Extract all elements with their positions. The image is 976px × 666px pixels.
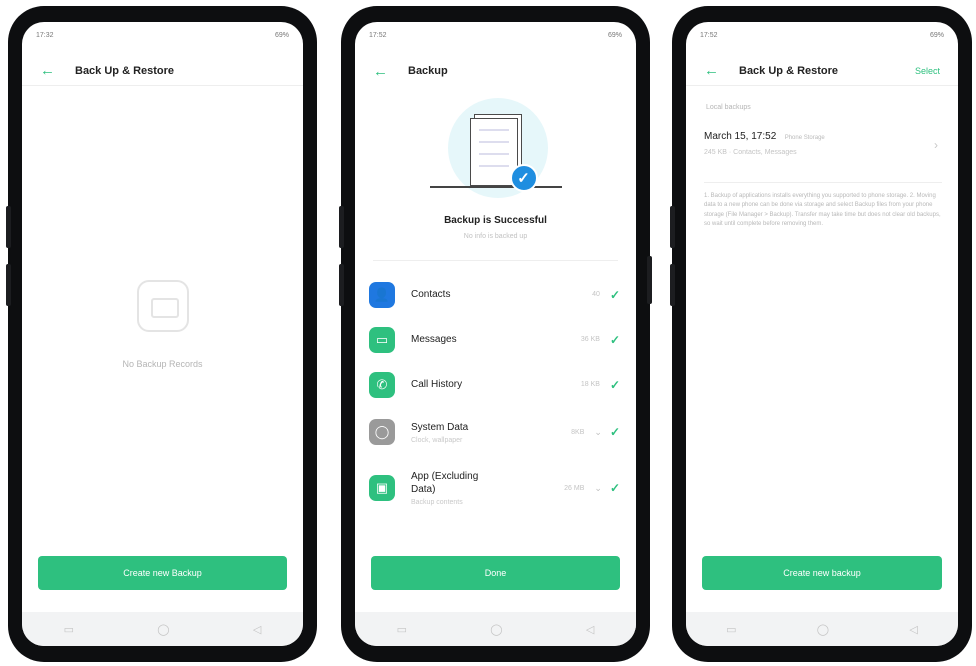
screen-backup-restore-empty: 17:32 69% ← Back Up & Restore No Backup … — [22, 22, 303, 646]
back-arrow-icon[interactable]: ← — [40, 63, 55, 78]
done-button[interactable]: Done — [371, 556, 620, 590]
app-header: ← Backup — [355, 56, 636, 86]
home-icon[interactable]: ◯ — [817, 623, 829, 636]
backup-illustration: ✓ — [426, 92, 566, 212]
check-icon: ✓ — [609, 287, 620, 302]
record-date: March 15, 17:52 — [704, 131, 777, 142]
chevron-right-icon: › — [934, 138, 938, 152]
check-icon: ✓ — [609, 377, 620, 392]
status-time: 17:52 — [369, 31, 387, 39]
side-button — [670, 206, 675, 248]
nav-bar: ▭ ◯ ◁ — [355, 612, 636, 646]
nav-bar: ▭ ◯ ◁ — [22, 612, 303, 646]
home-icon[interactable]: ◯ — [157, 623, 169, 636]
contacts-icon: 👤 — [369, 281, 395, 308]
record-location: Phone Storage — [784, 135, 825, 141]
page-title: Back Up & Restore — [75, 64, 175, 77]
call-history-icon: ✆ — [369, 371, 395, 398]
status-bar: 17:32 69% — [22, 22, 303, 48]
select-button[interactable]: Select — [915, 66, 940, 76]
item-name: Contacts — [411, 289, 451, 300]
status-battery: 69% — [607, 31, 622, 39]
check-icon: ✓ — [609, 425, 620, 439]
recents-icon[interactable]: ▭ — [726, 623, 736, 636]
backup-record-row[interactable]: March 15, 17:52 Phone Storage 245 KB · C… — [704, 126, 942, 170]
phone-2: 17:52 69% ← Backup ✓ Backup is Successfu… — [339, 6, 652, 662]
list-item-messages[interactable]: ▭ Messages 36 KB ✓ — [355, 317, 636, 362]
item-name: Call History — [411, 379, 463, 390]
empty-box-icon — [136, 280, 189, 332]
screen-backup-restore-records: 17:52 69% ← Back Up & Restore Select Loc… — [686, 22, 958, 646]
status-battery: 69% — [929, 31, 944, 39]
recents-icon[interactable]: ▭ — [397, 623, 407, 636]
phone-3: 17:52 69% ← Back Up & Restore Select Loc… — [670, 6, 972, 662]
backup-items-list: 👤 Contacts 40 ✓ ▭ Messages 36 KB ✓ ✆ Cal… — [355, 272, 636, 519]
side-button — [339, 206, 344, 248]
item-name: App (Excluding Data) — [411, 471, 479, 495]
check-badge-icon: ✓ — [509, 164, 538, 192]
status-time: 17:32 — [36, 31, 54, 39]
list-item-app[interactable]: ▣ App (Excluding Data) Backup contents 2… — [355, 457, 636, 519]
nav-bar: ▭ ◯ ◁ — [686, 612, 958, 646]
item-size: 36 KB — [580, 336, 600, 343]
chevron-down-icon[interactable]: ⌄ — [594, 427, 602, 438]
side-button — [339, 264, 344, 306]
side-button — [6, 206, 11, 248]
back-icon[interactable]: ◁ — [586, 623, 594, 636]
list-item-call-history[interactable]: ✆ Call History 18 KB ✓ — [355, 362, 636, 407]
item-size: 26 MB — [564, 484, 585, 492]
check-icon: ✓ — [609, 481, 620, 495]
backup-notes: 1. Backup of applications installs every… — [704, 193, 941, 227]
item-size: 8KB — [571, 428, 585, 436]
list-item-system-data[interactable]: ◯ System Data Clock, wallpaper 8KB ⌄ ✓ — [355, 407, 636, 457]
home-icon[interactable]: ◯ — [490, 623, 502, 636]
back-arrow-icon[interactable]: ← — [373, 64, 388, 79]
item-subtitle: Clock, wallpaper — [411, 436, 463, 444]
back-icon[interactable]: ◁ — [253, 623, 261, 636]
side-button — [670, 264, 675, 306]
item-size: 18 KB — [580, 381, 600, 388]
app-header: ← Back Up & Restore — [22, 56, 303, 86]
success-subtitle: No info is backed up — [463, 233, 528, 240]
record-details: 245 KB · Contacts, Messages — [704, 149, 797, 156]
back-icon[interactable]: ◁ — [909, 623, 917, 636]
chevron-down-icon[interactable]: ⌄ — [594, 483, 602, 494]
create-backup-button[interactable]: Create new Backup — [38, 556, 287, 590]
success-title: Backup is Successful — [444, 215, 547, 226]
empty-state-text: No Backup Records — [122, 359, 203, 369]
page-title: Back Up & Restore — [739, 64, 839, 77]
status-battery: 69% — [274, 31, 289, 39]
item-name: Messages — [411, 334, 457, 345]
back-arrow-icon[interactable]: ← — [704, 63, 719, 78]
recents-icon[interactable]: ▭ — [64, 623, 74, 636]
status-bar: 17:52 69% — [686, 22, 958, 48]
system-data-icon: ◯ — [369, 419, 395, 445]
section-header: Local backups — [706, 104, 751, 111]
side-button — [647, 256, 652, 304]
status-bar: 17:52 69% — [355, 22, 636, 48]
side-button — [6, 264, 11, 306]
list-item-contacts[interactable]: 👤 Contacts 40 ✓ — [355, 272, 636, 317]
item-size: 40 — [592, 291, 600, 298]
check-icon: ✓ — [609, 332, 620, 347]
divider — [373, 260, 618, 261]
illustration-baseline — [429, 186, 562, 188]
item-name: System Data — [411, 421, 469, 433]
divider — [704, 182, 942, 183]
phone-1: 17:32 69% ← Back Up & Restore No Backup … — [6, 6, 317, 662]
screen-backup-success: 17:52 69% ← Backup ✓ Backup is Successfu… — [355, 22, 636, 646]
status-time: 17:52 — [700, 31, 718, 39]
create-backup-button[interactable]: Create new backup — [702, 556, 942, 590]
messages-icon: ▭ — [369, 326, 395, 353]
app-header: ← Back Up & Restore Select — [686, 56, 958, 86]
page-title: Backup — [408, 65, 448, 77]
item-subtitle: Backup contents — [411, 499, 463, 506]
app-icon: ▣ — [369, 475, 395, 501]
